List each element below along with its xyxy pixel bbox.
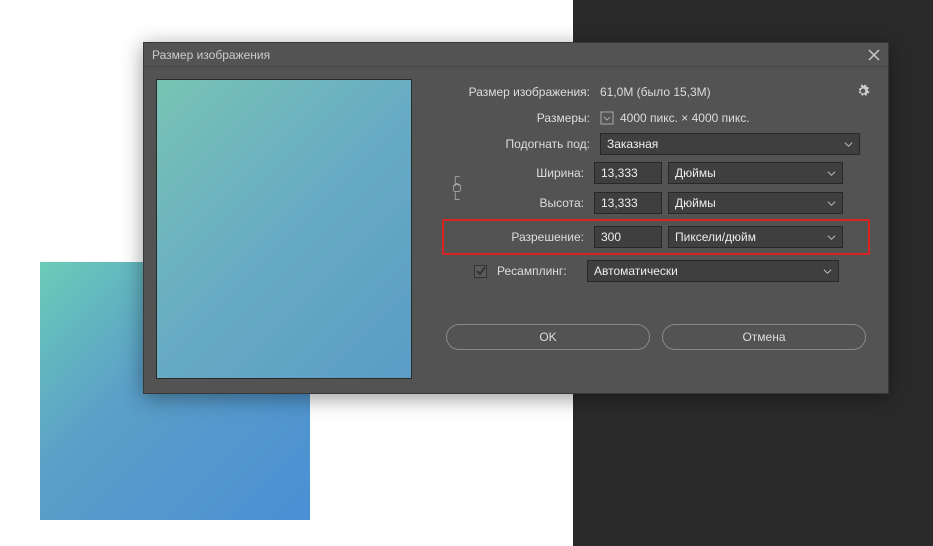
fit-to-value: Заказная [607, 137, 658, 151]
ok-button[interactable]: OK [446, 324, 650, 350]
dimensions-dropdown-icon[interactable] [600, 111, 614, 125]
resample-checkbox[interactable] [474, 265, 487, 278]
resolution-input[interactable]: 300 [594, 226, 662, 248]
constrain-proportions-icon[interactable] [442, 174, 472, 202]
width-unit-select[interactable]: Дюймы [668, 162, 843, 184]
close-icon[interactable] [868, 49, 880, 61]
resample-method-select[interactable]: Автоматически [587, 260, 839, 282]
height-unit-select[interactable]: Дюймы [668, 192, 843, 214]
resolution-highlight: Разрешение: 300 Пиксели/дюйм [442, 219, 870, 255]
chevron-down-icon [823, 267, 832, 276]
fit-to-label: Подогнать под: [442, 137, 594, 151]
preview-image [156, 79, 412, 379]
image-size-value: 61,0M (было 15,3M) [600, 85, 711, 99]
width-input[interactable]: 13,333 [594, 162, 662, 184]
chevron-down-icon [827, 233, 836, 242]
dimensions-label: Размеры: [442, 111, 594, 125]
dialog-title: Размер изображения [152, 48, 868, 62]
cancel-button[interactable]: Отмена [662, 324, 866, 350]
chevron-down-icon [827, 199, 836, 208]
preview-pane [144, 67, 424, 393]
width-label: Ширина: [472, 166, 588, 180]
chevron-down-icon [827, 169, 836, 178]
dimensions-value: 4000 пикс. × 4000 пикс. [620, 111, 750, 125]
resolution-label: Разрешение: [448, 230, 588, 244]
fit-to-select[interactable]: Заказная [600, 133, 860, 155]
form-pane: Размер изображения: 61,0M (было 15,3M) Р… [424, 67, 888, 393]
resolution-unit-select[interactable]: Пиксели/дюйм [668, 226, 843, 248]
height-label: Высота: [472, 196, 588, 210]
settings-gear-icon[interactable] [856, 84, 870, 101]
image-size-dialog: Размер изображения Размер изображения: 6… [143, 42, 889, 394]
dialog-titlebar: Размер изображения [144, 43, 888, 67]
height-input[interactable]: 13,333 [594, 192, 662, 214]
chevron-down-icon [844, 140, 853, 149]
image-size-label: Размер изображения: [442, 85, 594, 99]
resample-label: Ресамплинг: [497, 264, 581, 278]
